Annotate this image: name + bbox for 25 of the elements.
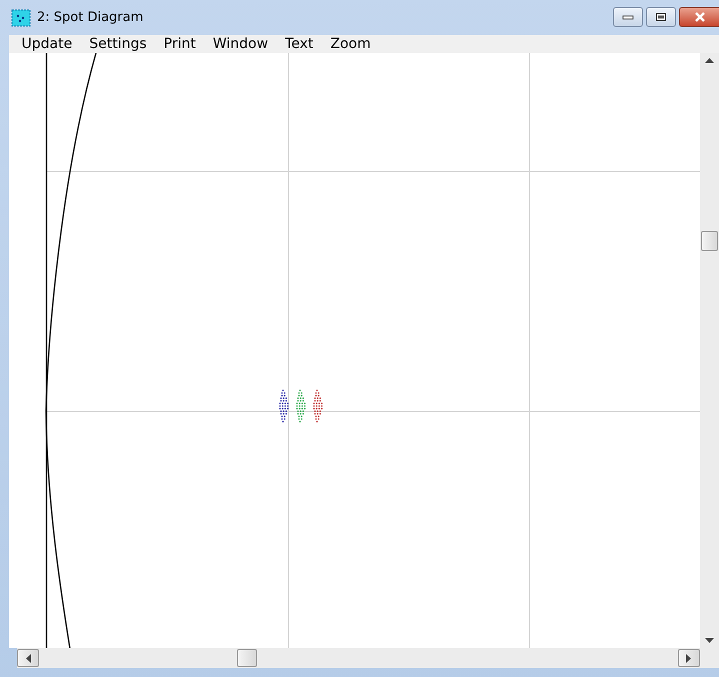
maximize-button[interactable] — [646, 7, 676, 27]
scroll-thumb[interactable] — [701, 231, 718, 251]
app-icon — [11, 8, 31, 26]
scroll-up-icon[interactable] — [705, 57, 714, 63]
minimize-icon — [622, 14, 634, 20]
left-arrow-icon — [25, 654, 31, 662]
minimize-button[interactable] — [613, 7, 643, 27]
menu-item[interactable]: Print — [155, 35, 204, 53]
close-button[interactable] — [679, 7, 719, 27]
window-title: 2: Spot Diagram — [37, 8, 144, 27]
menu-item[interactable]: Update — [13, 35, 81, 53]
scroll-right-button[interactable] — [678, 649, 700, 667]
maximize-icon — [655, 12, 667, 22]
right-arrow-icon — [686, 654, 692, 662]
menu-item[interactable]: Text — [276, 35, 322, 53]
horizontal-scrollbar[interactable] — [17, 648, 719, 668]
spot-diagram-drawing — [279, 390, 323, 422]
menu-item[interactable]: Zoom — [322, 35, 380, 53]
scroll-left-button[interactable] — [17, 649, 39, 667]
menu-item[interactable]: Settings — [80, 35, 156, 53]
scroll-thumb[interactable] — [237, 649, 257, 667]
vertical-scrollbar[interactable] — [700, 53, 719, 648]
menu-item[interactable]: Window — [204, 35, 277, 53]
close-icon — [692, 11, 706, 23]
scroll-down-icon[interactable] — [705, 638, 714, 644]
